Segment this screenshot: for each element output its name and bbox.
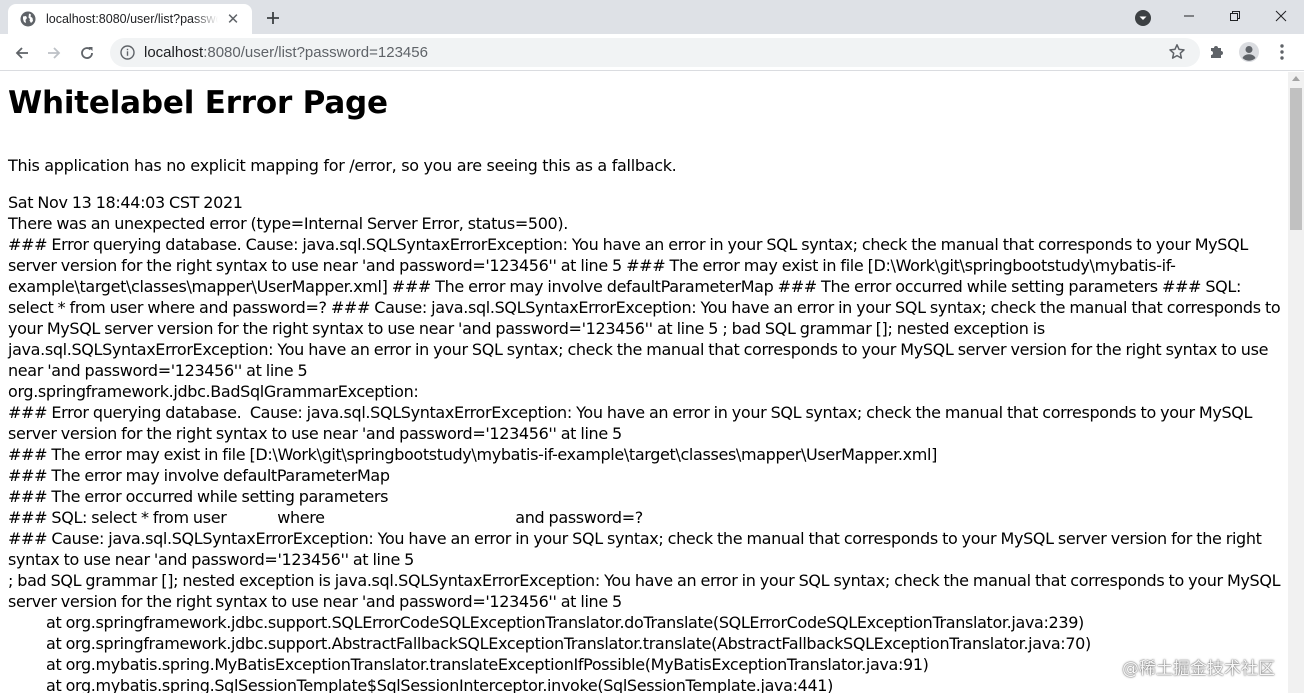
error-line: ### Error querying database. Cause: java… [8,235,1285,380]
scroll-thumb[interactable] [1290,88,1302,230]
stack-trace-line: at org.springframework.jdbc.support.Abst… [46,634,1091,653]
minimize-button[interactable] [1166,0,1212,32]
plus-icon [267,12,279,24]
back-button[interactable] [8,39,36,67]
intro-text: This application has no explicit mapping… [8,156,677,175]
stack-trace-line: at org.mybatis.spring.SqlSessionTemplate… [46,676,834,693]
error-line: ; bad SQL grammar []; nested exception i… [8,571,1285,611]
error-line: org.springframework.jdbc.BadSqlGrammarEx… [8,382,419,401]
globe-icon [20,11,36,27]
close-tab-icon[interactable]: ✕ [224,10,242,28]
bookmark-star-icon[interactable] [1168,43,1186,61]
tab-title: localhost:8080/user/list?password=123456 [46,12,218,26]
arrow-left-icon [15,47,28,59]
reload-button[interactable] [73,39,101,67]
forward-button[interactable] [40,39,68,67]
error-details: Sat Nov 13 18:44:03 CST 2021 There was a… [8,192,1284,693]
error-line: There was an unexpected error (type=Inte… [8,214,569,233]
arrow-right-icon [48,47,61,59]
stack-trace-line: at org.springframework.jdbc.support.SQLE… [46,613,1084,632]
restore-button[interactable] [1212,0,1258,32]
tab-search-icon[interactable] [1134,9,1152,27]
url-path: :8080/user/list?password=123456 [203,44,428,61]
extensions-button[interactable] [1206,41,1228,63]
info-icon[interactable] [120,45,135,60]
timestamp: Sat Nov 13 18:44:03 CST 2021 [8,193,243,212]
avatar-icon [1239,42,1259,62]
error-page: Whitelabel Error Page This application h… [8,72,1284,693]
close-icon [1275,10,1287,22]
address-bar[interactable]: localhost:8080/user/list?password=123456 [110,38,1200,67]
minimize-icon [1184,15,1194,17]
error-line: ### Error querying database. Cause: java… [8,403,1257,443]
new-tab-button[interactable] [260,6,286,30]
browser-toolbar: localhost:8080/user/list?password=123456 [0,34,1304,71]
reload-icon [81,47,93,59]
url-text[interactable]: localhost:8080/user/list?password=123456 [144,44,428,61]
vertical-scrollbar[interactable] [1288,72,1304,693]
error-line: ### SQL: select * from user where and pa… [8,508,643,527]
error-line: ### Cause: java.sql.SQLSyntaxErrorExcept… [8,529,1266,569]
puzzle-icon [1211,46,1223,58]
close-window-button[interactable] [1258,0,1304,32]
kebab-menu-icon [1280,44,1284,60]
page-viewport: Whitelabel Error Page This application h… [0,72,1288,693]
restore-icon [1230,11,1240,21]
error-line: ### The error may involve defaultParamet… [8,466,390,485]
error-line: ### The error occurred while setting par… [8,487,389,506]
browser-tab[interactable]: localhost:8080/user/list?password=123456… [8,4,252,34]
error-line: ### The error may exist in file [D:\Work… [8,445,937,464]
menu-button[interactable] [1271,41,1293,63]
scroll-up-arrow-icon[interactable] [1292,76,1300,81]
watermark: @稀土掘金技术社区 [1122,659,1275,679]
url-host: localhost [144,44,204,61]
stack-trace-line: at org.mybatis.spring.MyBatisExceptionTr… [46,655,929,674]
page-title: Whitelabel Error Page [8,85,388,121]
tab-strip: localhost:8080/user/list?password=123456… [0,0,1304,34]
profile-button[interactable] [1238,41,1260,63]
